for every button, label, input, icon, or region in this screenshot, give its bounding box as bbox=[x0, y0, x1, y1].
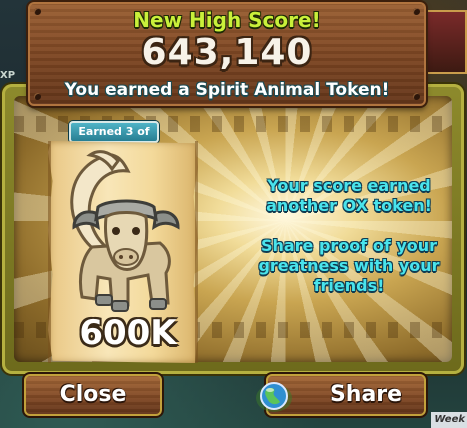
title-plank: New High Score! 643,140 You earned a Spi… bbox=[28, 2, 426, 106]
share-proof-message: Share proof of your greatness with your … bbox=[258, 236, 440, 295]
background-card bbox=[423, 10, 467, 74]
spirit-animal-token-card: 600K bbox=[38, 141, 208, 363]
close-button[interactable]: Close bbox=[24, 374, 162, 416]
earned-count-badge: Earned 3 of 10 bbox=[69, 121, 159, 156]
share-button[interactable]: Share bbox=[256, 374, 426, 416]
token-earned-subheading: You earned a Spirit Animal Token! bbox=[64, 80, 390, 100]
ox-icon bbox=[70, 150, 180, 312]
score-earned-message: Your score earned another OX token! bbox=[266, 176, 432, 215]
token-threshold-label: 600K bbox=[79, 313, 177, 353]
score-value: 643,140 bbox=[141, 32, 313, 73]
share-button-label: Share bbox=[329, 382, 403, 407]
background-week-tag: Week bbox=[431, 412, 467, 428]
new-high-score-heading: New High Score! bbox=[133, 8, 321, 32]
globe-icon bbox=[256, 382, 292, 412]
background-xp-label: XP bbox=[0, 70, 16, 81]
close-button-label: Close bbox=[59, 382, 127, 407]
